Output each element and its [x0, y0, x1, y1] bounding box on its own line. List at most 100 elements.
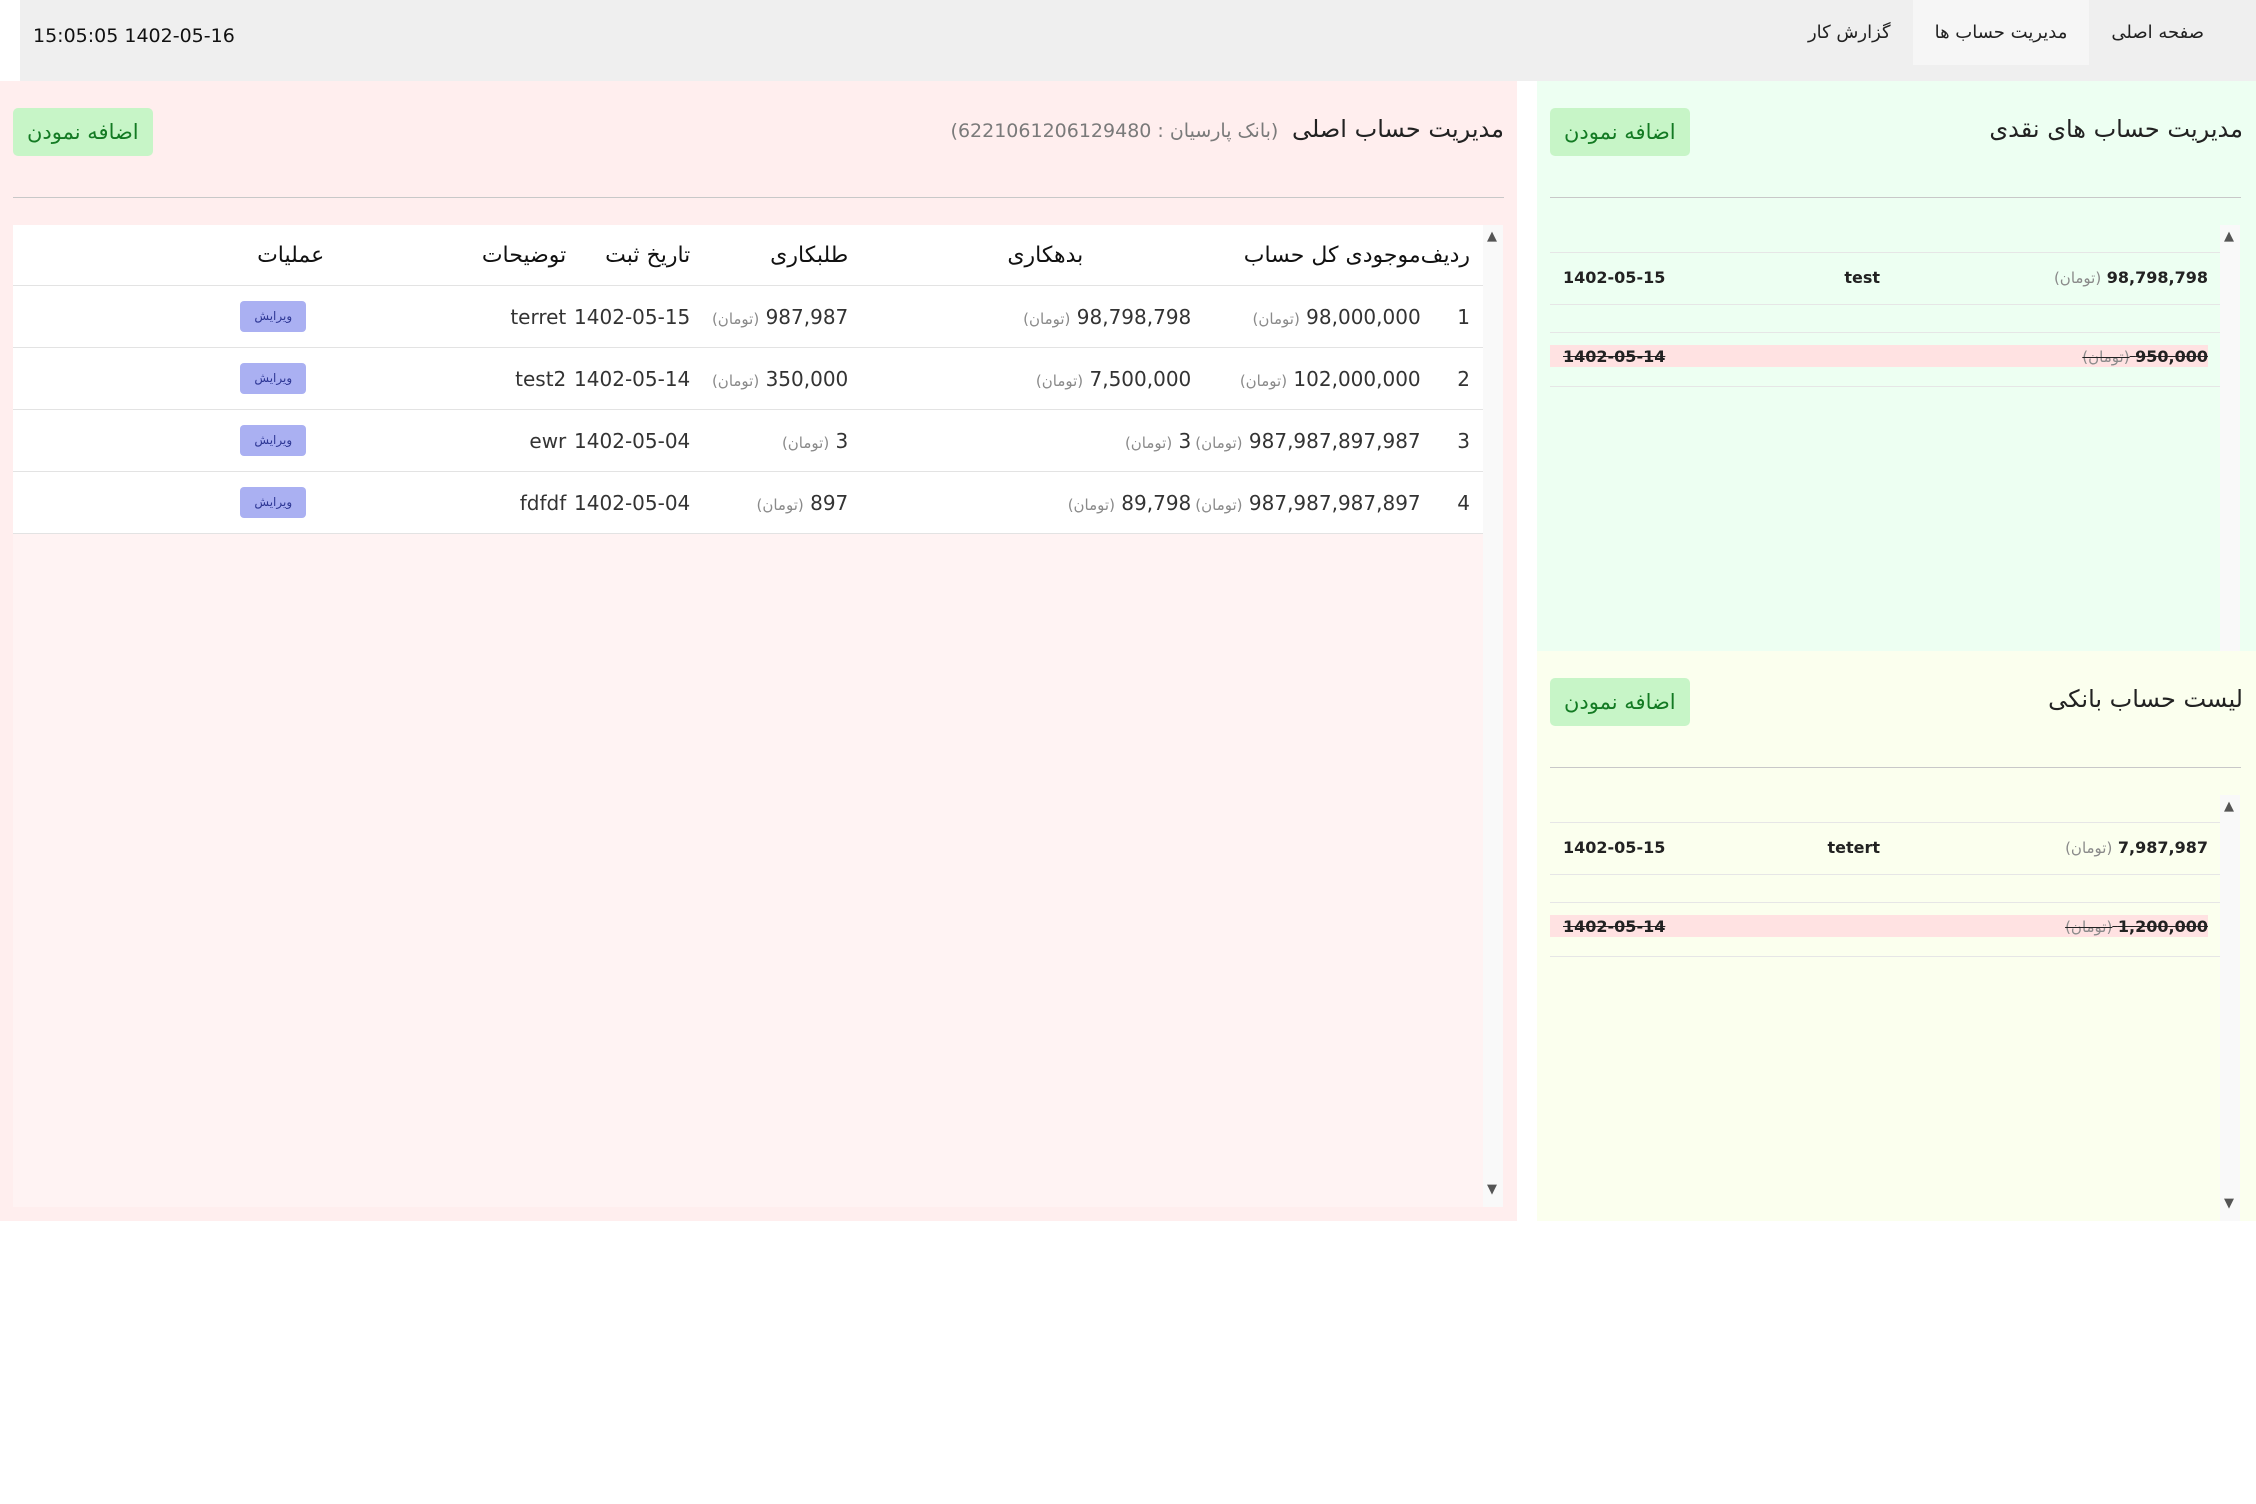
- unit-label: (تومان): [2053, 269, 2102, 287]
- column-header-balance: موجودی کل حساب: [1191, 225, 1421, 286]
- date: 1402-05-15: [1563, 838, 1666, 857]
- table-row: 3 987,987,897,987 (تومان) 3 (تومان) 3 (ت…: [13, 409, 1483, 472]
- scroll-up-icon[interactable]: ▲: [2224, 799, 2234, 814]
- main-account-bank-info: (بانک پارسیان : 6221061206129480): [950, 120, 1279, 142]
- credit-value: 987,987: [765, 304, 849, 329]
- amount-value: 98,798,798: [2106, 268, 2208, 287]
- column-header-debit: بدهکاری: [848, 225, 1192, 286]
- cash-accounts-title: مدیریت حساب های نقدی: [1989, 115, 2243, 143]
- unit-label: (تومان): [1023, 309, 1071, 328]
- edit-button[interactable]: ویرایش: [240, 363, 307, 394]
- scroll-down-icon[interactable]: ▼: [2224, 1196, 2234, 1211]
- unit-label: (تومان): [1252, 309, 1300, 328]
- amount: 1,200,000 (تومان): [2061, 917, 2208, 936]
- cash-accounts-add-button[interactable]: اضافه نمودن: [1550, 108, 1690, 156]
- edit-button[interactable]: ویرایش: [240, 425, 307, 456]
- cell-balance: 987,987,987,897 (تومان): [1191, 471, 1421, 534]
- list-item[interactable]: 7,987,987 (تومان) tetert 1402-05-15: [1550, 823, 2220, 875]
- list-spacer: [1550, 875, 2220, 903]
- unit-label: (تومان): [1067, 495, 1115, 514]
- divider: [13, 197, 1504, 198]
- cell-description: terret: [376, 285, 567, 348]
- list-item-deleted[interactable]: 1,200,000 (تومان) 1402-05-14: [1550, 903, 2220, 957]
- column-header-index: ردیف: [1420, 225, 1483, 286]
- main-account-title-text: مدیریت حساب اصلی: [1291, 115, 1504, 143]
- main-table-scrollbar[interactable]: ▲ ▼: [1483, 225, 1503, 1207]
- table-row: 4 987,987,987,897 (تومان) 89,798 (تومان)…: [13, 471, 1483, 534]
- unit-label: (تومان): [2082, 348, 2130, 366]
- cell-date: 1402-05-04: [566, 471, 691, 534]
- amount: 98,798,798 (تومان): [2050, 268, 2208, 287]
- cell-credit: 897 (تومان): [690, 471, 849, 534]
- unit-label: (تومان): [1035, 371, 1084, 390]
- credit-value: 3: [835, 428, 849, 453]
- edit-button[interactable]: ویرایش: [240, 301, 307, 332]
- cash-accounts-panel: مدیریت حساب های نقدی اضافه نمودن 98,798,…: [1537, 81, 2256, 651]
- cell-actions: ویرایش: [13, 471, 377, 534]
- bank-accounts-title: لیست حساب بانکی: [2048, 685, 2243, 713]
- current-datetime: 15:05:05 1402-05-16: [33, 25, 235, 47]
- balance-value: 987,987,897,987: [1248, 428, 1421, 453]
- cash-list-scrollbar[interactable]: ▲: [2220, 225, 2240, 651]
- scroll-up-icon[interactable]: ▲: [2224, 229, 2234, 244]
- cell-actions: ویرایش: [13, 347, 377, 410]
- scroll-up-icon[interactable]: ▲: [1487, 229, 1497, 244]
- column-header-date: تاریخ ثبت: [566, 225, 691, 286]
- unit-label: (تومان): [2065, 918, 2113, 936]
- cell-description: fdfdf: [376, 471, 567, 534]
- divider: [1550, 197, 2241, 198]
- description: test: [1844, 268, 1880, 287]
- column-header-description: توضیحات: [376, 225, 567, 286]
- debit-value: 98,798,798: [1076, 304, 1192, 329]
- date: 1402-05-14: [1563, 917, 1666, 936]
- bank-list-scrollbar[interactable]: ▲ ▼: [2220, 795, 2240, 1221]
- cell-actions: ویرایش: [13, 409, 377, 472]
- cell-credit: 350,000 (تومان): [690, 347, 849, 410]
- list-item[interactable]: 98,798,798 (تومان) test 1402-05-15: [1550, 253, 2220, 305]
- cell-index: 3: [1420, 409, 1483, 472]
- cell-index: 2: [1420, 347, 1483, 410]
- table-header-row: ردیف موجودی کل حساب بدهکاری طلبکاری تاری…: [13, 225, 1483, 286]
- edit-button[interactable]: ویرایش: [240, 487, 307, 518]
- cell-balance: 98,000,000 (تومان): [1191, 285, 1421, 348]
- main-nav: صفحه اصلی مدیریت حساب ها گزارش کار: [1786, 0, 2256, 65]
- bank-accounts-list: 7,987,987 (تومان) tetert 1402-05-15 1,20…: [1550, 795, 2220, 957]
- date: 1402-05-15: [1563, 268, 1666, 287]
- debit-value: 3: [1178, 428, 1192, 453]
- scroll-down-icon[interactable]: ▼: [1487, 1182, 1497, 1197]
- amount: 7,987,987 (تومان): [2061, 838, 2208, 857]
- debit-value: 7,500,000: [1089, 366, 1192, 391]
- nav-item-home[interactable]: صفحه اصلی: [2089, 0, 2256, 65]
- cell-credit: 987,987 (تومان): [690, 285, 849, 348]
- column-header-actions: عملیات: [13, 225, 377, 286]
- unit-label: (تومان): [1239, 371, 1288, 390]
- cell-description: test2: [376, 347, 567, 410]
- unit-label: (تومان): [1195, 495, 1243, 514]
- cell-balance: 987,987,897,987 (تومان): [1191, 409, 1421, 472]
- main-account-add-button[interactable]: اضافه نمودن: [13, 108, 153, 156]
- list-spacer: [1550, 225, 2220, 253]
- unit-label: (تومان): [756, 495, 804, 514]
- nav-item-account-management[interactable]: مدیریت حساب ها: [1912, 0, 2090, 65]
- bank-accounts-panel: لیست حساب بانکی اضافه نمودن 7,987,987 (ت…: [1537, 651, 2256, 1221]
- balance-value: 102,000,000: [1293, 366, 1421, 391]
- date: 1402-05-14: [1563, 347, 1666, 366]
- list-item-deleted[interactable]: 950,000 (تومان) 1402-05-14: [1550, 333, 2220, 387]
- main-account-table: ردیف موجودی کل حساب بدهکاری طلبکاری تاری…: [13, 225, 1483, 534]
- cash-accounts-list: 98,798,798 (تومان) test 1402-05-15 950,0…: [1550, 225, 2220, 387]
- debit-value: 89,798: [1121, 490, 1192, 515]
- bank-accounts-add-button[interactable]: اضافه نمودن: [1550, 678, 1690, 726]
- unit-label: (تومان): [2065, 839, 2113, 857]
- cell-debit: 3 (تومان): [848, 409, 1192, 472]
- nav-item-work-report[interactable]: گزارش کار: [1786, 0, 1913, 65]
- cell-description: ewr: [376, 409, 567, 472]
- cell-date: 1402-05-04: [566, 409, 691, 472]
- description: tetert: [1827, 838, 1880, 857]
- cell-balance: 102,000,000 (تومان): [1191, 347, 1421, 410]
- cell-debit: 89,798 (تومان): [848, 471, 1192, 534]
- cell-credit: 3 (تومان): [690, 409, 849, 472]
- cell-index: 1: [1420, 285, 1483, 348]
- list-spacer: [1550, 795, 2220, 823]
- table-row: 1 98,000,000 (تومان) 98,798,798 (تومان) …: [13, 285, 1483, 348]
- column-header-actions-text: عملیات: [257, 242, 325, 268]
